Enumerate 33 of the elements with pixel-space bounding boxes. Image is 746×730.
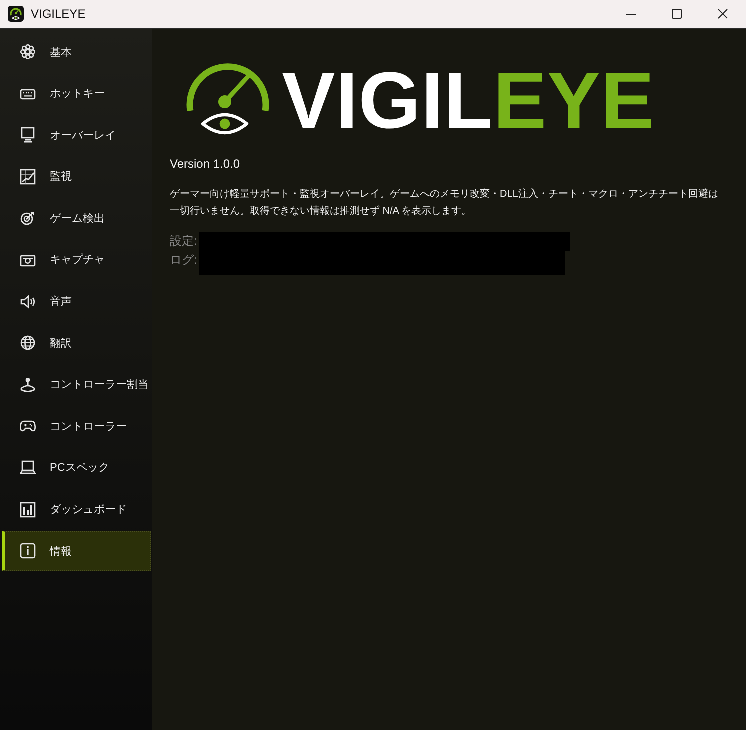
close-icon — [718, 9, 728, 19]
globe-icon — [20, 335, 36, 352]
app-logo-icon — [8, 6, 24, 22]
description-text: ゲーマー向け軽量サポート・監視オーバーレイ。ゲームへのメモリ改変・DLL注入・チート・マクロ・アンチチート回避は一切行いません。取得できない情報は推測せず N/A を表示します。 — [170, 188, 720, 219]
target-icon — [20, 210, 36, 226]
sidebar-item[interactable]: オーバーレイ — [2, 115, 151, 156]
sidebar-item[interactable]: ゲーム検出 — [2, 198, 151, 238]
path-label: 設定: — [170, 233, 198, 250]
sidebar-item[interactable]: ホットキー — [2, 74, 151, 114]
sidebar-item[interactable]: 基本 — [2, 32, 151, 72]
gear-icon — [20, 44, 36, 60]
line-chart-icon — [20, 168, 36, 185]
sidebar-item[interactable]: PCスペック — [2, 448, 151, 488]
sidebar-item[interactable]: ダッシュボード — [2, 490, 151, 530]
path-label: ログ: — [170, 252, 198, 269]
monitor-icon — [20, 127, 36, 144]
info-icon — [20, 543, 36, 560]
gamepad-icon — [20, 418, 36, 434]
logo-text: VIGILEYE — [282, 61, 655, 141]
sidebar-item[interactable]: 翻訳 — [2, 323, 151, 364]
sidebar-item[interactable]: 音声 — [2, 282, 151, 322]
sidebar-item[interactable]: コントローラー割当 — [2, 364, 151, 405]
sidebar-item[interactable]: 情報 — [2, 531, 151, 572]
version-text: Version 1.0.0 — [170, 157, 242, 172]
window-title: VIGILEYE — [31, 7, 86, 21]
sidebar-item[interactable]: キャプチャ — [2, 240, 151, 280]
speaker-icon — [20, 294, 36, 310]
laptop-icon — [20, 460, 36, 476]
bar-chart-icon — [20, 502, 36, 518]
sidebar-item[interactable]: 監視 — [2, 156, 151, 197]
joystick-icon — [20, 376, 36, 393]
sidebar-item[interactable]: コントローラー — [2, 406, 151, 446]
maximize-icon — [672, 9, 682, 19]
